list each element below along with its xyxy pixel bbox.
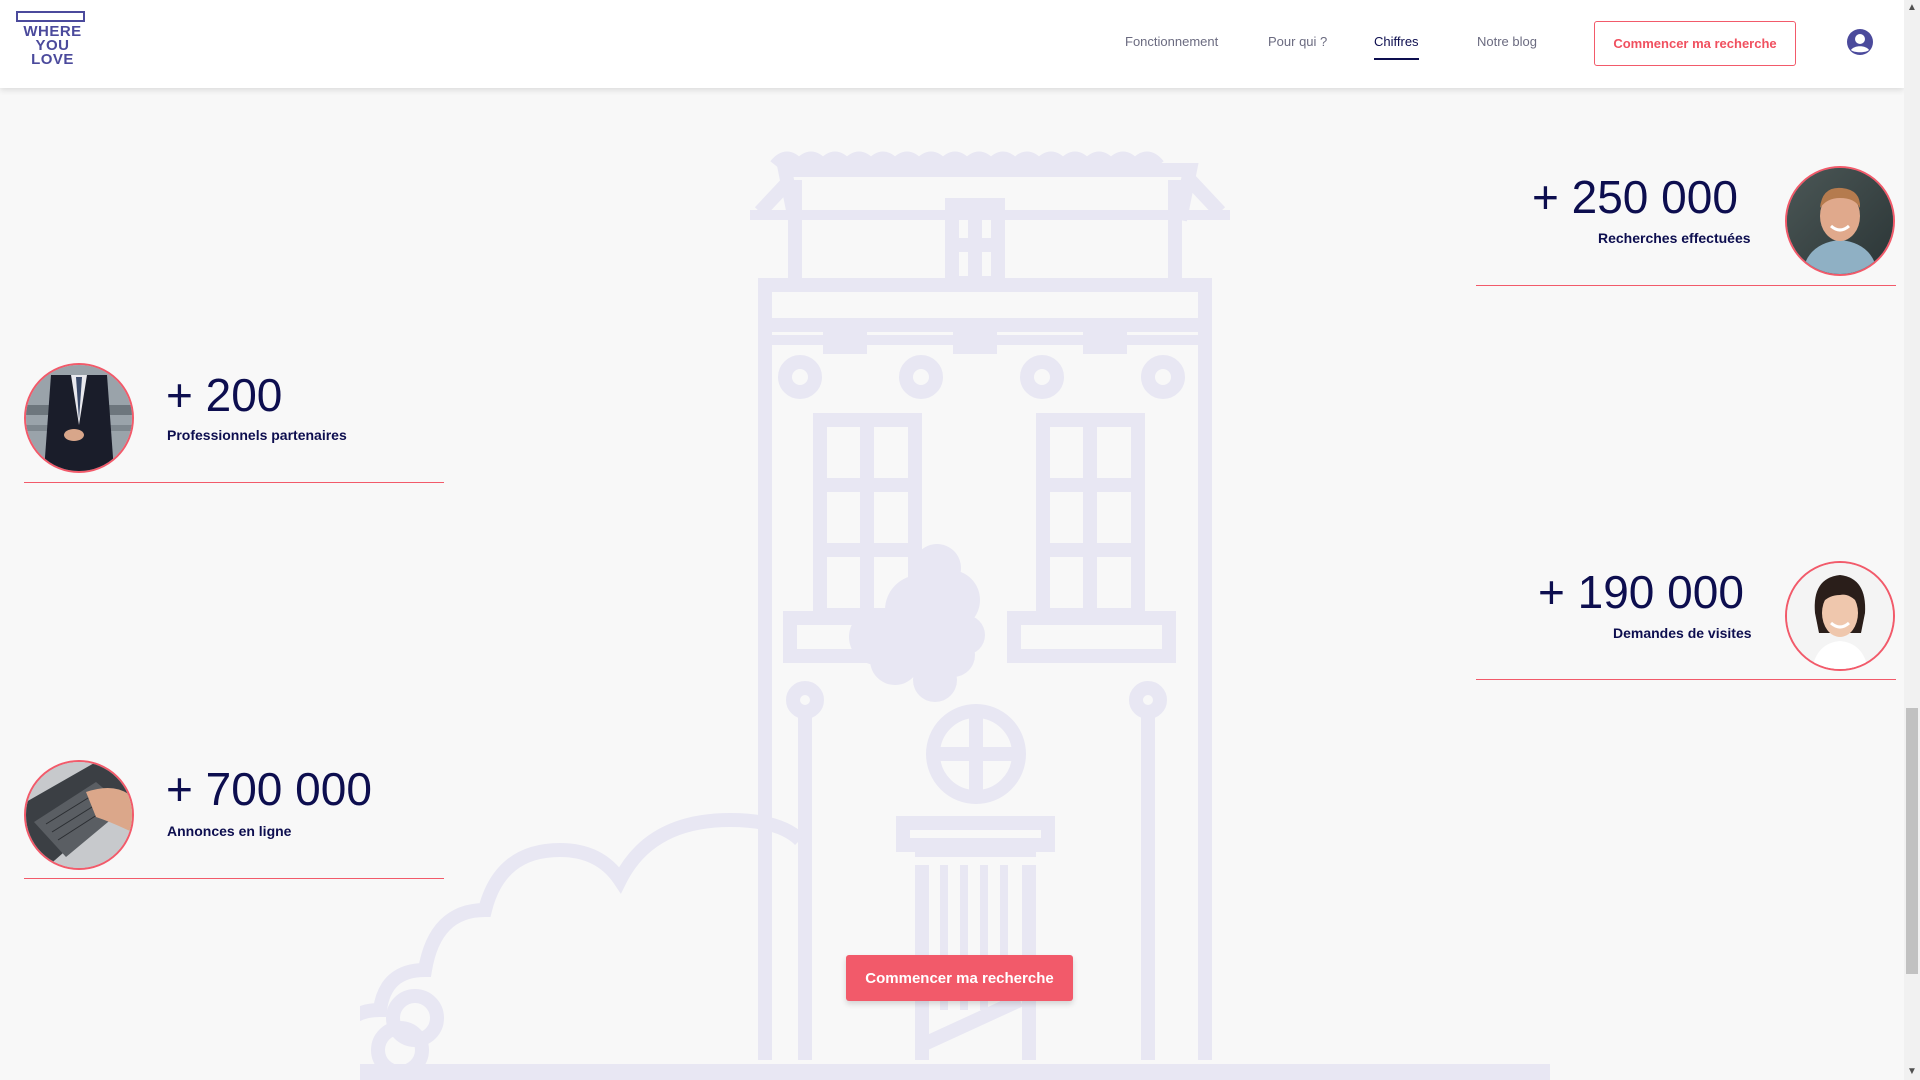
avatar-businessman xyxy=(24,363,134,473)
avatar-laptop-hands xyxy=(24,760,134,870)
nav-item-chiffres-label: Chiffres xyxy=(1374,34,1419,49)
stat-value: + 200 xyxy=(166,369,283,421)
logo-line-3: LOVE xyxy=(31,51,74,68)
user-circle-icon[interactable] xyxy=(1846,28,1874,56)
active-nav-underline xyxy=(1374,58,1419,60)
top-navbar: WHERE YOU LOVE Fonctionnement Pour qui ?… xyxy=(0,0,1904,88)
avatar-smiling-woman xyxy=(1785,561,1895,671)
stat-divider xyxy=(24,878,444,879)
scroll-down-arrow-icon[interactable]: ▼ xyxy=(1904,1064,1920,1080)
logo-bar xyxy=(16,11,85,22)
stat-value: + 700 000 xyxy=(166,763,372,815)
stat-label: Professionnels partenaires xyxy=(167,427,347,443)
stat-value: + 250 000 xyxy=(1532,171,1738,223)
stat-label: Demandes de visites xyxy=(1613,625,1752,641)
scroll-up-arrow-icon[interactable]: ▲ xyxy=(1904,0,1920,16)
nav-item-chiffres[interactable]: Chiffres xyxy=(1374,34,1419,60)
stat-label: Annonces en ligne xyxy=(167,823,292,839)
stat-divider xyxy=(1476,679,1896,680)
page-scrollbar[interactable]: ▲ ▼ xyxy=(1904,0,1920,1080)
where-you-love-logo[interactable]: WHERE YOU LOVE xyxy=(16,11,89,71)
stat-divider xyxy=(24,482,444,483)
start-search-header-button[interactable]: Commencer ma recherche xyxy=(1594,21,1796,66)
stat-value: + 190 000 xyxy=(1538,566,1744,618)
nav-item-notre-blog[interactable]: Notre blog xyxy=(1477,34,1537,49)
logo-wordmark: WHERE YOU LOVE xyxy=(16,24,89,68)
building-illustration xyxy=(360,151,1550,1080)
scrollbar-thumb[interactable] xyxy=(1906,708,1918,974)
avatar-young-man xyxy=(1785,166,1895,276)
stat-label: Recherches effectuées xyxy=(1598,230,1751,246)
nav-item-fonctionnement[interactable]: Fonctionnement xyxy=(1125,34,1218,49)
start-search-button[interactable]: Commencer ma recherche xyxy=(846,955,1073,1001)
nav-item-pour-qui[interactable]: Pour qui ? xyxy=(1268,34,1327,49)
stat-divider xyxy=(1476,285,1896,286)
